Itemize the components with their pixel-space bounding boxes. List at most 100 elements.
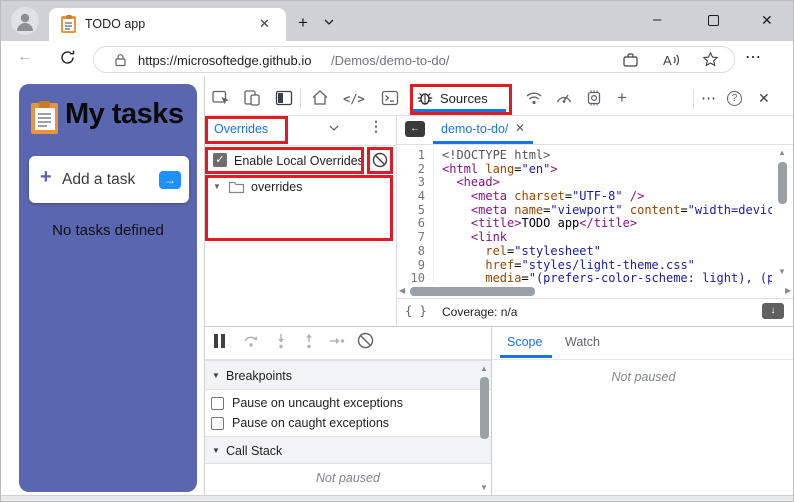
- inspect-icon[interactable]: [211, 88, 231, 108]
- toolbar-separator: [300, 89, 301, 109]
- scroll-up-icon[interactable]: ▲: [778, 149, 786, 157]
- debug-scroll-down-icon[interactable]: ▼: [480, 484, 488, 492]
- scroll-left-icon[interactable]: ◀: [399, 287, 405, 295]
- read-aloud-icon[interactable]: A: [662, 52, 681, 68]
- coverage-download-icon[interactable]: ↓: [762, 303, 784, 319]
- address-field[interactable]: https://microsoftedge.github.io /Demos/d…: [93, 46, 735, 73]
- profile-avatar[interactable]: [11, 7, 39, 35]
- clear-overrides-icon[interactable]: [371, 151, 389, 169]
- scope-status: Not paused: [611, 370, 676, 384]
- more-tabs-icon[interactable]: +: [617, 88, 627, 108]
- enable-overrides-label: Enable Local Overrides: [234, 154, 364, 168]
- deactivate-breakpoints-icon[interactable]: [356, 331, 375, 350]
- file-tab-close-icon[interactable]: ✕: [515, 121, 525, 135]
- elements-tab-icon[interactable]: </>: [343, 92, 365, 106]
- watch-tab[interactable]: Watch: [565, 335, 600, 349]
- submit-arrow-button[interactable]: →: [159, 171, 181, 189]
- dropdown-chevron-icon[interactable]: [328, 124, 340, 132]
- debugger-split-divider[interactable]: [205, 326, 793, 327]
- overrides-folder-row[interactable]: ▼ overrides: [205, 177, 391, 197]
- pause-button[interactable]: [214, 334, 226, 348]
- tab-close-icon[interactable]: ✕: [259, 16, 270, 32]
- step-over-icon[interactable]: [242, 332, 260, 350]
- scroll-right-icon[interactable]: ▶: [785, 287, 791, 295]
- window-bottom-edge: [1, 495, 793, 501]
- debug-scroll-up-icon[interactable]: ▲: [480, 365, 488, 373]
- memory-chip-icon[interactable]: [584, 88, 604, 108]
- call-stack-status: Not paused: [316, 471, 380, 485]
- line-numbers[interactable]: 1 2 3 4 5 6 7 8 9 10: [397, 148, 425, 286]
- page-title: My tasks: [65, 98, 184, 130]
- device-emulation-icon[interactable]: [242, 88, 262, 108]
- scope-tab[interactable]: Scope: [507, 335, 542, 349]
- sources-tab[interactable]: Sources: [413, 87, 508, 112]
- toolbar-separator-2: [693, 89, 694, 109]
- folder-icon: [228, 181, 245, 194]
- browser-window: TODO app ✕ + – ✕ ← https://microsoftedge…: [0, 0, 794, 502]
- pause-caught-checkbox[interactable]: [211, 417, 224, 430]
- add-task-button[interactable]: + Add a task →: [29, 156, 189, 203]
- horizontal-scrollbar-thumb[interactable]: [410, 287, 535, 296]
- scope-tabs-divider: [492, 359, 793, 360]
- new-tab-icon[interactable]: +: [298, 13, 308, 33]
- url-host: https://microsoftedge.github.io: [138, 53, 312, 68]
- step-out-icon[interactable]: [300, 332, 318, 350]
- favorites-star-icon[interactable]: [702, 51, 719, 68]
- call-stack-header[interactable]: ▼ Call Stack: [205, 436, 491, 464]
- navigator-more-icon[interactable]: ⋮: [369, 118, 383, 135]
- navigator-dropdown[interactable]: Overrides: [214, 122, 268, 136]
- svg-text:A: A: [663, 53, 672, 68]
- url-path: /Demos/demo-to-do/: [331, 53, 450, 68]
- console-tab-icon[interactable]: [380, 88, 400, 108]
- enable-overrides-checkbox[interactable]: ✓: [213, 153, 227, 167]
- navigator-divider: [205, 145, 396, 146]
- tab-list-chevron-icon[interactable]: [323, 18, 335, 26]
- file-tab-label[interactable]: demo-to-do/: [441, 122, 508, 136]
- refresh-icon[interactable]: [59, 49, 76, 66]
- add-task-label: Add a task: [62, 171, 136, 188]
- lock-icon: [115, 54, 126, 67]
- gutter-divider: [433, 147, 434, 282]
- todo-app-favicon: [61, 15, 76, 33]
- vertical-scrollbar-thumb[interactable]: [778, 162, 787, 204]
- devtools-panel: [204, 76, 793, 496]
- help-icon[interactable]: ?: [727, 91, 742, 106]
- debugger-panes-divider[interactable]: [491, 327, 492, 495]
- breakpoints-title: Breakpoints: [226, 369, 293, 383]
- browser-menu-icon[interactable]: ⋯: [745, 47, 762, 67]
- plus-icon: +: [40, 166, 52, 188]
- code-lines[interactable]: <!DOCTYPE html> <html lang="en"> <head> <…: [442, 149, 772, 286]
- empty-state-text: No tasks defined: [52, 222, 164, 239]
- pause-caught-label: Pause on caught exceptions: [232, 416, 390, 430]
- tab-title: TODO app: [85, 17, 146, 31]
- window-close-icon[interactable]: ✕: [761, 12, 773, 29]
- call-stack-title: Call Stack: [226, 444, 283, 458]
- pause-uncaught-checkbox[interactable]: [211, 397, 224, 410]
- performance-icon[interactable]: [554, 88, 574, 108]
- hide-navigator-icon[interactable]: ←: [405, 121, 425, 137]
- scroll-down-icon[interactable]: ▼: [778, 268, 786, 276]
- sources-tab-label: Sources: [440, 91, 488, 106]
- toolbar-divider: [205, 115, 793, 116]
- minimize-icon[interactable]: –: [653, 11, 661, 28]
- pretty-print-icon[interactable]: { }: [405, 304, 427, 318]
- coverage-divider: [397, 298, 793, 299]
- step-into-icon[interactable]: [272, 332, 290, 350]
- welcome-home-icon[interactable]: [310, 88, 330, 108]
- debug-scrollbar-thumb[interactable]: [480, 377, 489, 439]
- editor-tab-divider: [397, 144, 793, 145]
- coverage-status: Coverage: n/a: [442, 305, 518, 319]
- back-icon[interactable]: ←: [17, 48, 33, 66]
- step-icon[interactable]: [328, 332, 346, 350]
- network-conditions-icon[interactable]: [524, 88, 544, 108]
- person-icon: [17, 13, 33, 31]
- maximize-icon[interactable]: [708, 15, 719, 26]
- browser-tab[interactable]: TODO app ✕: [49, 8, 286, 41]
- dock-side-icon[interactable]: [274, 88, 294, 108]
- app-available-icon[interactable]: [622, 52, 639, 68]
- devtools-close-icon[interactable]: ✕: [758, 90, 770, 107]
- breakpoints-header[interactable]: ▼ Breakpoints: [205, 360, 491, 390]
- clipboard-icon: [31, 101, 58, 134]
- devtools-menu-icon[interactable]: ⋯: [701, 89, 717, 107]
- bug-icon: [417, 93, 433, 105]
